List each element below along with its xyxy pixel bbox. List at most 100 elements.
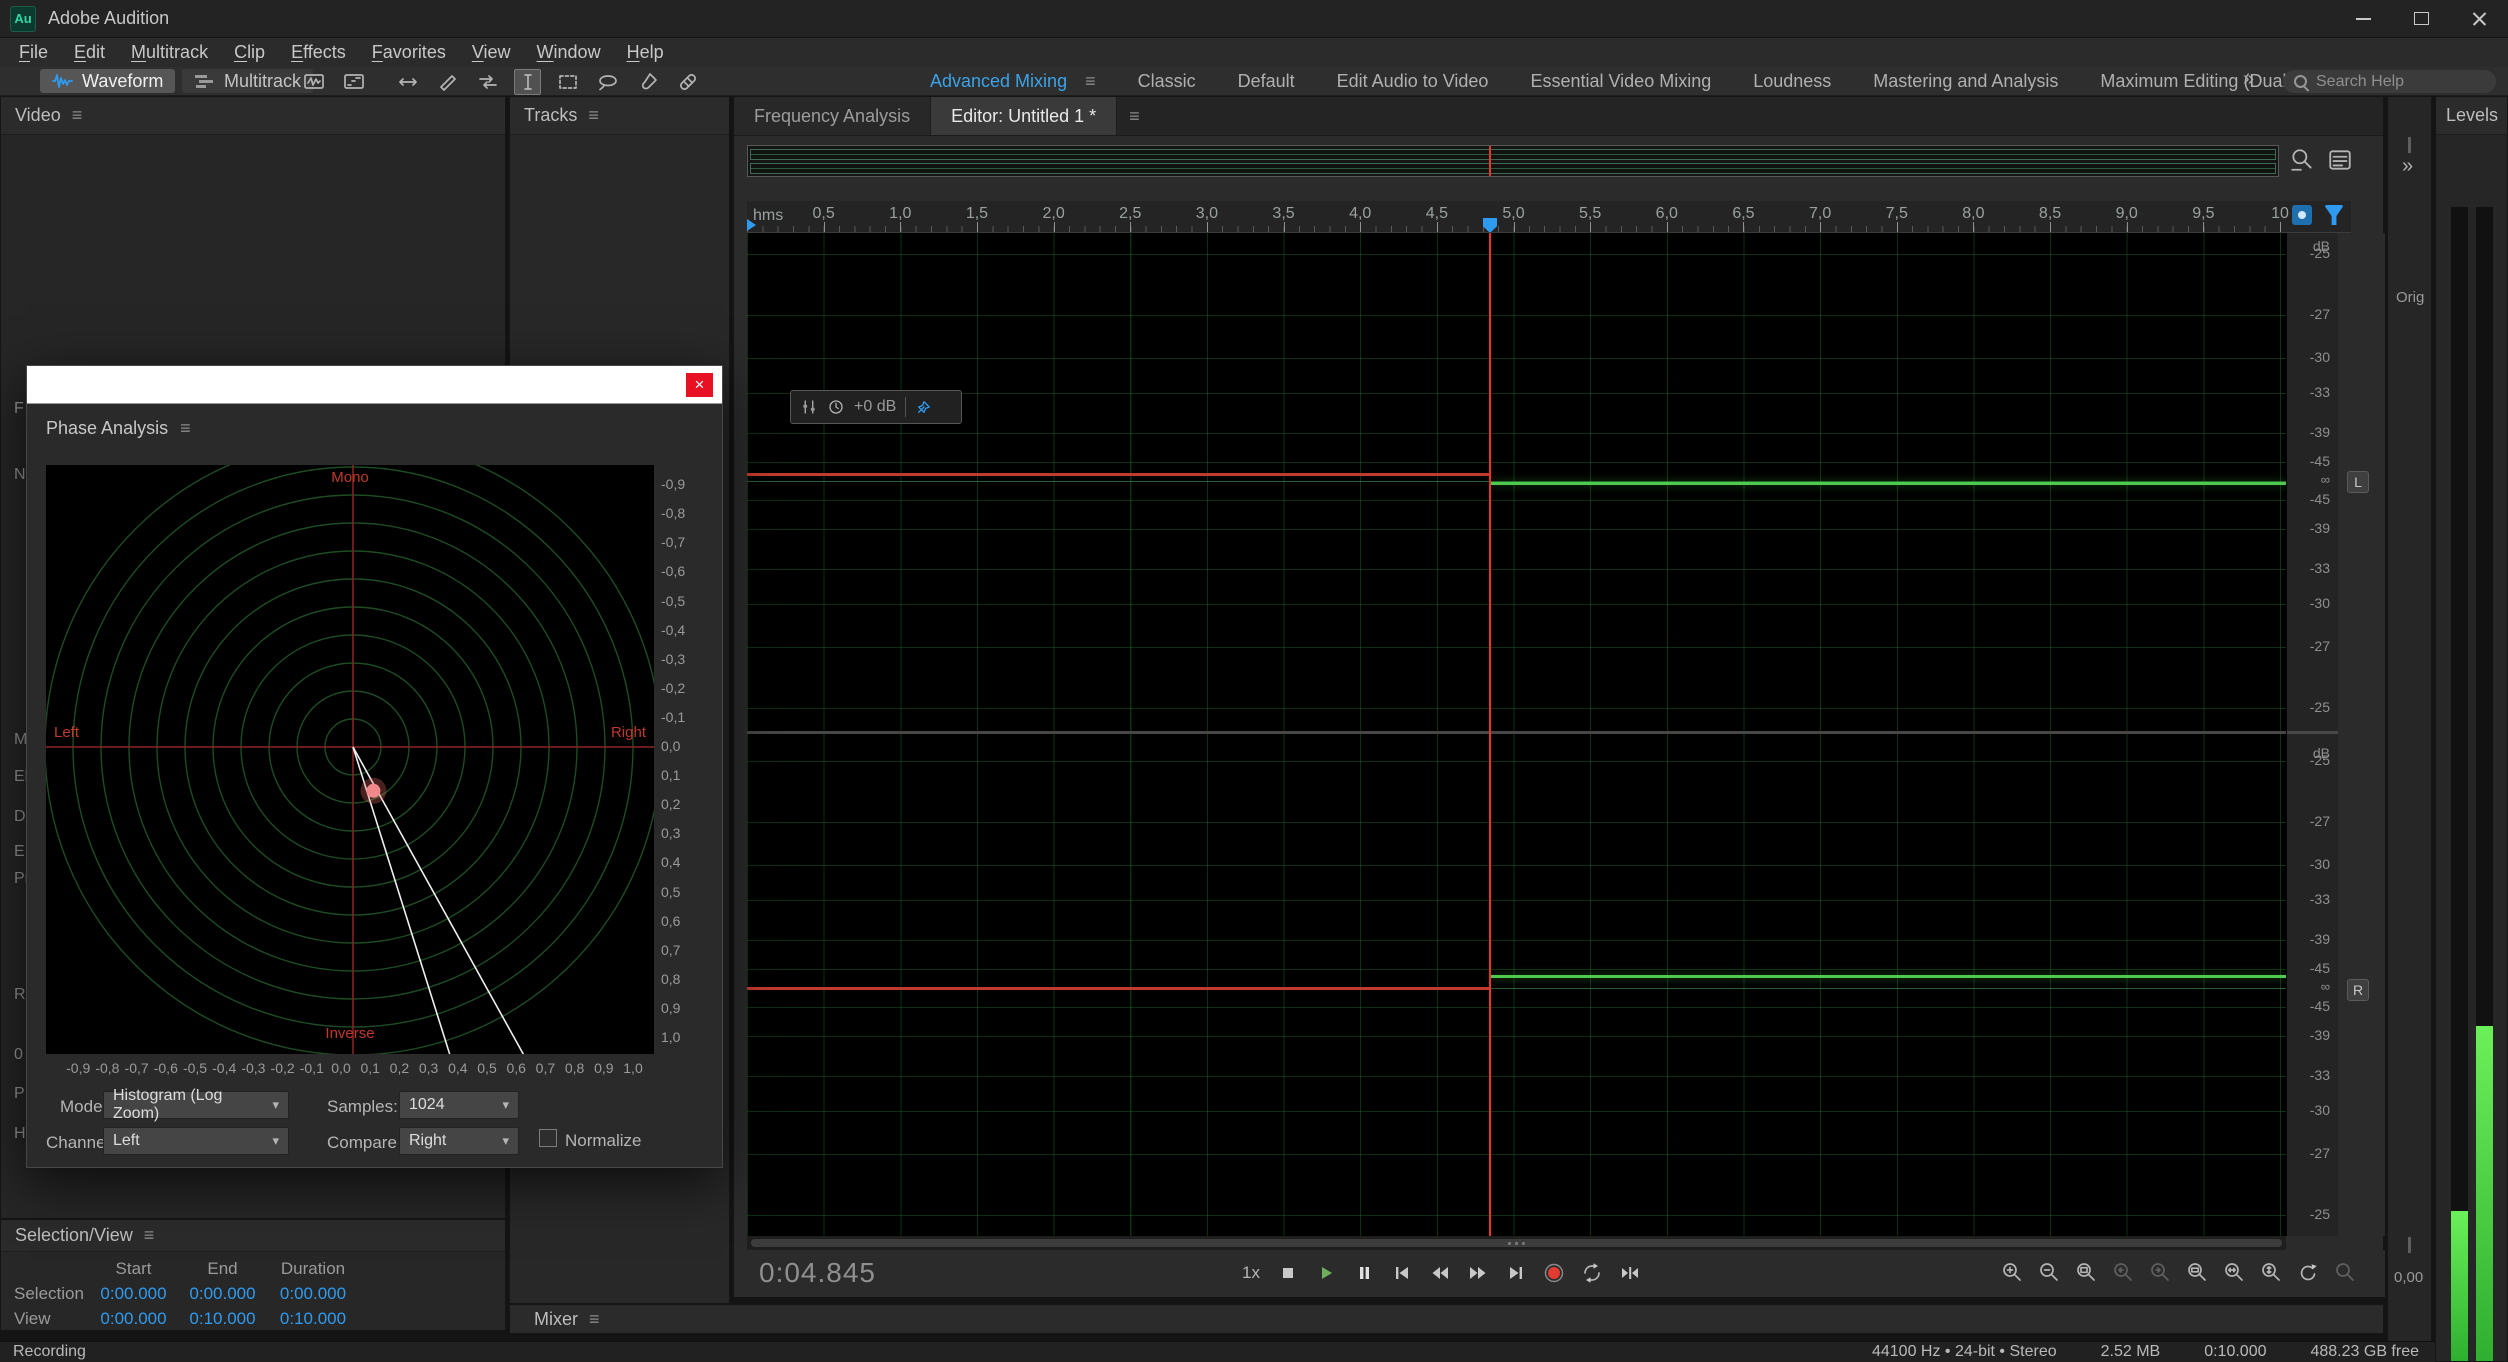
menu-window[interactable]: Window <box>524 38 614 67</box>
snapping-toggle-icon[interactable] <box>2292 205 2312 225</box>
tracks-panel-header[interactable]: Tracks ≡ <box>510 97 729 135</box>
maximize-button[interactable] <box>2392 0 2450 37</box>
stop-button[interactable] <box>1273 1258 1303 1288</box>
close-button[interactable] <box>2450 0 2508 37</box>
zoom-in-point-button[interactable] <box>2108 1258 2138 1288</box>
timeline-ruler[interactable]: hms 0,51,01,52,02,53,03,54,04,55,05,56,0… <box>747 201 2351 233</box>
panel-menu-icon[interactable]: ≡ <box>1117 97 1152 135</box>
selection-view-header[interactable]: Selection/View ≡ <box>1 1220 505 1252</box>
menu-favorites[interactable]: Favorites <box>359 38 459 67</box>
menu-view[interactable]: View <box>459 38 524 67</box>
dock-grip[interactable] <box>2408 1237 2411 1253</box>
skip-to-start-button[interactable] <box>1387 1258 1417 1288</box>
menu-effects[interactable]: Effects <box>278 38 359 67</box>
expand-dock-chevron[interactable]: » <box>2402 155 2413 178</box>
markers-filter-icon[interactable] <box>2324 205 2344 225</box>
zoom-vertical-button[interactable] <box>2256 1258 2286 1288</box>
video-panel-header[interactable]: Video ≡ <box>1 97 505 135</box>
loop-playback-button[interactable] <box>1577 1258 1607 1288</box>
timeline-start-marker[interactable] <box>747 219 756 231</box>
waveform-display[interactable]: +0 dB <box>747 233 2286 1236</box>
time-value[interactable]: 0:10.000 <box>267 1309 359 1329</box>
time-selection-tool-button[interactable] <box>514 69 541 95</box>
dock-grip[interactable] <box>2408 137 2411 153</box>
zoom-history-button[interactable] <box>2330 1258 2360 1288</box>
normalize-checkbox[interactable] <box>539 1129 557 1147</box>
phase-window-titlebar[interactable]: × <box>27 366 722 404</box>
move-tool-button[interactable] <box>394 69 421 95</box>
zoom-in-button[interactable] <box>1997 1258 2027 1288</box>
workspace-edit-audio-to-video[interactable]: Edit Audio to Video <box>1337 71 1489 92</box>
pause-button[interactable] <box>1349 1258 1379 1288</box>
menu-edit[interactable]: Edit <box>61 38 118 67</box>
menu-multitrack[interactable]: Multitrack <box>118 38 221 67</box>
marquee-selection-tool-button[interactable] <box>554 69 581 95</box>
time-value[interactable]: 0:10.000 <box>178 1309 267 1329</box>
spot-healing-brush-tool-button[interactable] <box>674 69 701 95</box>
playhead-line[interactable] <box>1489 233 1491 1236</box>
menu-clip[interactable]: Clip <box>221 38 278 67</box>
panel-menu-icon[interactable]: ≡ <box>144 1225 155 1246</box>
paintbrush-tool-button[interactable] <box>634 69 661 95</box>
panel-menu-icon[interactable]: ≡ <box>180 418 191 439</box>
scrollbar-handle[interactable] <box>751 1239 2282 1247</box>
compare-to-select[interactable]: Right ▾ <box>399 1127 519 1155</box>
zoom-out-button[interactable] <box>2034 1258 2064 1288</box>
right-channel-badge[interactable]: R <box>2347 979 2369 1001</box>
fast-forward-button[interactable] <box>1463 1258 1493 1288</box>
hud-gain-value[interactable]: +0 dB <box>854 398 896 416</box>
rewind-button[interactable] <box>1425 1258 1455 1288</box>
workspace-essential-video-mixing[interactable]: Essential Video Mixing <box>1530 71 1711 92</box>
razor-tool-button[interactable] <box>434 69 461 95</box>
play-button[interactable] <box>1311 1258 1341 1288</box>
overview-playhead[interactable] <box>1489 146 1491 176</box>
multitrack-view-button[interactable]: Multitrack <box>182 69 313 93</box>
zoom-to-selection-button[interactable] <box>2071 1258 2101 1288</box>
channel-select[interactable]: Left ▾ <box>103 1127 289 1155</box>
spectral-frequency-display-button[interactable] <box>300 69 327 95</box>
menu-file[interactable]: File <box>6 38 61 67</box>
zoom-full-button[interactable] <box>2182 1258 2212 1288</box>
time-value[interactable]: 0:00.000 <box>89 1284 178 1304</box>
hud-pin-icon[interactable] <box>915 398 933 416</box>
mode-select[interactable]: Histogram (Log Zoom) ▾ <box>103 1091 289 1119</box>
time-value[interactable]: 0:00.000 <box>178 1284 267 1304</box>
overview-bar[interactable] <box>747 145 2279 177</box>
workspace-overflow-chevron[interactable]: » <box>2243 68 2254 91</box>
lasso-selection-tool-button[interactable] <box>594 69 621 95</box>
playback-speed-label[interactable]: 1x <box>1242 1263 1260 1283</box>
record-button[interactable] <box>1539 1258 1569 1288</box>
overview-zoom-icon[interactable] <box>2289 147 2315 173</box>
skip-cti-button[interactable] <box>1615 1258 1645 1288</box>
phase-analysis-window[interactable]: × Phase Analysis ≡ Mono Left Right Inver… <box>26 365 723 1168</box>
current-time-display[interactable]: 0:04.845 <box>759 1257 876 1289</box>
left-channel-badge[interactable]: L <box>2347 471 2369 493</box>
spectral-pitch-display-button[interactable] <box>340 69 367 95</box>
menu-help[interactable]: Help <box>614 38 677 67</box>
panel-menu-icon[interactable]: ≡ <box>588 105 599 126</box>
zoom-out-point-button[interactable] <box>2145 1258 2175 1288</box>
phase-scope[interactable]: Mono Left Right Inverse <box>46 465 654 1054</box>
horizontal-scrollbar[interactable] <box>747 1236 2286 1250</box>
waveform-view-button[interactable]: Waveform <box>40 69 175 93</box>
workspace-classic[interactable]: Classic <box>1138 71 1196 92</box>
workspace-menu-icon[interactable]: ≡ <box>1085 71 1096 92</box>
workspace-loudness[interactable]: Loudness <box>1753 71 1831 92</box>
channel-divider[interactable] <box>747 731 2286 734</box>
slip-tool-button[interactable] <box>474 69 501 95</box>
tab-frequency-analysis[interactable]: Frequency Analysis <box>734 97 931 135</box>
time-value[interactable]: 0:00.000 <box>267 1284 359 1304</box>
workspace-advanced-mixing[interactable]: Advanced Mixing <box>930 71 1067 92</box>
workspace-mastering-and-analysis[interactable]: Mastering and Analysis <box>1873 71 2058 92</box>
skip-to-end-button[interactable] <box>1501 1258 1531 1288</box>
waveform-hud[interactable]: +0 dB <box>790 390 962 424</box>
reset-zoom-button[interactable] <box>2293 1258 2323 1288</box>
zoom-horizontal-button[interactable] <box>2219 1258 2249 1288</box>
help-search-box[interactable]: Search Help <box>2283 70 2496 93</box>
time-value[interactable]: 0:00.000 <box>89 1309 178 1329</box>
minimize-button[interactable] <box>2334 0 2392 37</box>
phase-window-close-button[interactable]: × <box>686 373 713 397</box>
samples-select[interactable]: 1024 ▾ <box>399 1091 519 1119</box>
panel-menu-icon[interactable]: ≡ <box>589 1309 600 1330</box>
tab-editor-untitled-1[interactable]: Editor: Untitled 1 * <box>931 97 1117 135</box>
